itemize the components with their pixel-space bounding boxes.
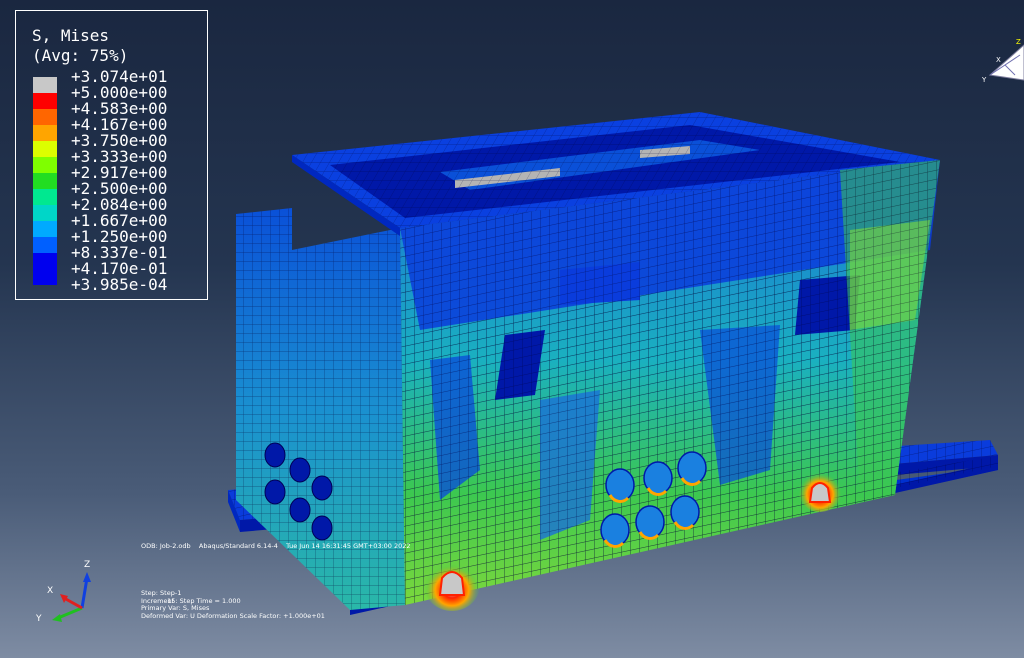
view-cube[interactable]: Y X Z	[981, 38, 1024, 84]
legend-swatch	[33, 93, 57, 109]
triad-x-label: X	[47, 586, 53, 596]
legend-level-label: +3.985e-04	[71, 275, 168, 294]
odb-timestamp: Tue Jun 14 16:31:45 GMT+03:00 2022	[286, 542, 411, 550]
legend-swatch	[33, 269, 57, 285]
legend-swatch	[33, 125, 57, 141]
legend-swatch	[33, 189, 57, 205]
coordinate-triad: Z X Y	[35, 560, 91, 624]
legend-swatch	[33, 205, 57, 221]
view-cube-z-label: Z	[1016, 38, 1021, 46]
legend-swatch	[33, 109, 57, 125]
legend-swatch	[33, 237, 57, 253]
legend-swatch	[33, 141, 57, 157]
triad-z-label: Z	[84, 560, 90, 570]
legend-title: S, Mises	[32, 26, 110, 45]
step-info-block: Step: Step-1 Increment 15: Step Time = 1…	[141, 589, 325, 620]
legend-color-bar: +3.074e+01 +5.000e+00 +4.583e+00 +4.167e+00…	[33, 69, 167, 293]
contour-legend[interactable]: S, Mises (Avg: 75%) +3.074e+01 +5.000e+00…	[15, 10, 208, 300]
deformed-variable: Deformed Var: U Deformation Scale Factor…	[141, 611, 325, 620]
view-cube-y-label: Y	[981, 76, 987, 84]
triad-y-label: Y	[35, 614, 42, 624]
legend-swatch	[33, 157, 57, 173]
legend-swatch	[33, 173, 57, 189]
legend-swatch	[33, 77, 57, 93]
odb-info-line: ODB: Job-2.odb Abaqus/Standard 6.14-4 Tu…	[141, 542, 411, 551]
legend-swatch	[33, 253, 57, 269]
legend-subtitle: (Avg: 75%)	[32, 46, 129, 65]
legend-swatch	[33, 221, 57, 237]
abaqus-version: Abaqus/Standard 6.14-4	[198, 542, 278, 550]
odb-file: ODB: Job-2.odb	[141, 542, 191, 550]
view-cube-x-label: X	[996, 56, 1001, 64]
